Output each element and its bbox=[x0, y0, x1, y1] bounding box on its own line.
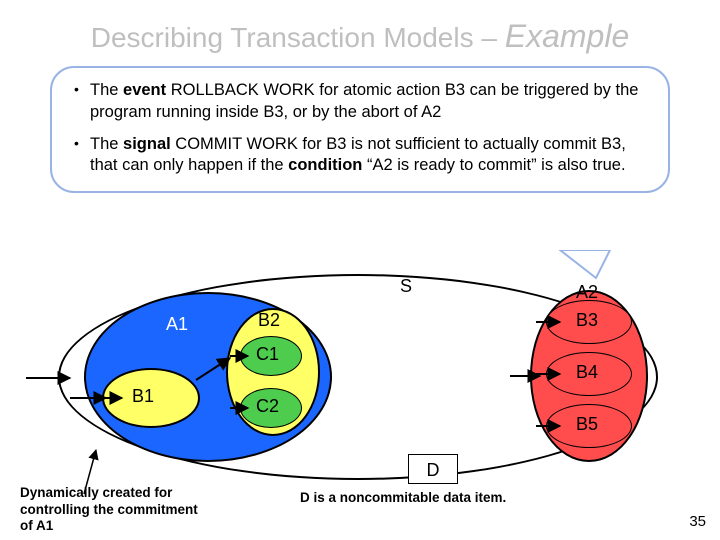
bullet-2: The signal COMMIT WORK for B3 is not suf… bbox=[72, 134, 648, 178]
bullet-1: The event ROLLBACK WORK for atomic actio… bbox=[72, 80, 648, 124]
label-b4: B4 bbox=[576, 362, 598, 383]
title-emph: Example bbox=[505, 18, 630, 54]
label-d: D bbox=[427, 460, 440, 480]
label-c1: C1 bbox=[256, 344, 279, 365]
label-c2: C2 bbox=[256, 396, 279, 417]
bullet-2-pre: The bbox=[90, 135, 123, 153]
label-b5: B5 bbox=[576, 414, 598, 435]
d-note: D is a noncommitable data item. bbox=[300, 490, 506, 505]
label-s: S bbox=[400, 276, 412, 297]
dynamic-note: Dynamically created for controlling the … bbox=[20, 485, 200, 534]
box-d: D bbox=[408, 454, 458, 484]
label-b3: B3 bbox=[576, 310, 598, 331]
label-a2: A2 bbox=[576, 282, 598, 303]
page-number: 35 bbox=[689, 513, 706, 530]
label-b1: B1 bbox=[132, 386, 154, 407]
callout-box: The event ROLLBACK WORK for atomic actio… bbox=[50, 66, 670, 193]
callout-tail bbox=[560, 250, 610, 278]
bullet-2-kw1: signal bbox=[123, 135, 171, 153]
bullet-1-rest: ROLLBACK WORK for atomic action B3 can b… bbox=[90, 81, 638, 121]
bullet-2-kw2: condition bbox=[288, 156, 362, 174]
label-b2: B2 bbox=[258, 310, 280, 331]
bullet-2-end: “A2 is ready to commit” is also true. bbox=[362, 156, 625, 174]
bullet-1-pre: The bbox=[90, 81, 123, 99]
title-text: Describing Transaction Models – bbox=[91, 22, 505, 53]
slide-title: Describing Transaction Models – Example bbox=[0, 0, 720, 55]
bullet-1-kw: event bbox=[123, 81, 166, 99]
label-a1: A1 bbox=[166, 314, 188, 335]
